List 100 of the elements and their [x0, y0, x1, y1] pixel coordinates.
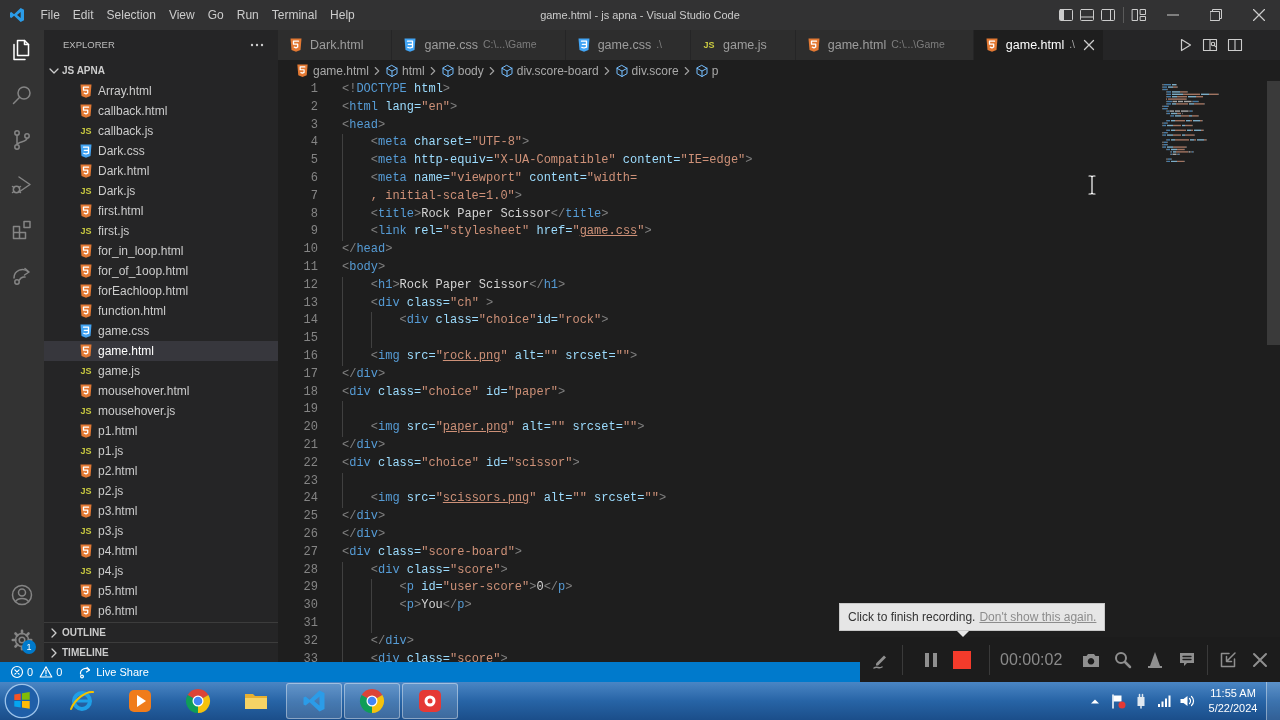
line-number: 6 — [310, 170, 318, 187]
js-file-icon: JS — [703, 39, 715, 51]
window-title: game.html - js apna - Visual Studio Code — [540, 7, 740, 23]
tree-item[interactable]: function.html — [44, 301, 278, 321]
tree-item[interactable]: Dark.html — [44, 161, 278, 181]
recording-timer: 00:00:02 — [1000, 649, 1063, 670]
tree-item[interactable]: forEachloop.html — [44, 281, 278, 301]
line-number: 26 — [303, 525, 318, 543]
search-icon[interactable] — [1113, 649, 1134, 670]
sidebar-right-icon[interactable] — [1100, 7, 1116, 23]
breadcrumb-item[interactable]: body — [440, 61, 484, 80]
breadcrumb-item[interactable]: div.score-board — [499, 61, 599, 80]
preview-icon[interactable] — [1202, 37, 1218, 53]
tree-item[interactable]: for_of_1oop.html — [44, 261, 278, 281]
tree-item[interactable]: game.html — [44, 341, 278, 361]
breadcrumb-item[interactable]: html — [385, 61, 425, 80]
stop-icon[interactable] — [953, 650, 971, 669]
edit-box-icon[interactable] — [1218, 649, 1239, 670]
code-line: <p id="user-score">0</p> — [399, 579, 573, 597]
tree-item[interactable]: JS game.js — [44, 361, 278, 381]
tree-item[interactable]: JS Dark.js — [44, 181, 278, 201]
css-file-icon — [78, 323, 94, 339]
menu-item[interactable]: Go — [201, 5, 231, 25]
editor-tab[interactable]: game.html C:\...\Game — [795, 30, 974, 60]
editor-tab[interactable]: game.css .\ — [565, 30, 691, 60]
panel-header[interactable]: OUTLINE — [44, 622, 278, 642]
tree-item[interactable]: JS p4.js — [44, 561, 278, 581]
code-line: <div class="choice"id="rock"> — [399, 312, 609, 330]
editor-tab[interactable]: Dark.html — [278, 30, 393, 60]
tree-item[interactable]: Array.html — [44, 81, 278, 101]
menu-item[interactable]: Run — [230, 5, 266, 25]
split-editor-icon[interactable] — [1227, 37, 1243, 53]
taskbar-button[interactable] — [402, 683, 458, 719]
editor-tab[interactable]: JS game.js — [691, 30, 796, 60]
tree-item[interactable]: p2.html — [44, 461, 278, 481]
close-icon[interactable] — [1083, 39, 1096, 51]
live-share-button[interactable]: Live Share — [78, 663, 149, 681]
tree-item[interactable]: JS p1.js — [44, 441, 278, 461]
tree-item[interactable]: mousehover.html — [44, 381, 278, 401]
tree-item[interactable]: p5.html — [44, 581, 278, 601]
js-file-icon: JS — [80, 485, 92, 497]
tree-item[interactable]: Dark.css — [44, 141, 278, 161]
menu-item[interactable]: File — [34, 5, 67, 25]
tree-item[interactable]: for_in_loop.html — [44, 241, 278, 261]
code-line: <div class="choice" id="scissor"> — [342, 454, 580, 472]
tree-item[interactable]: game.css — [44, 321, 278, 341]
sidebar-left-icon[interactable] — [1058, 7, 1074, 23]
minimize-icon[interactable] — [1166, 14, 1179, 16]
tree-item[interactable]: JS callback.js — [44, 121, 278, 141]
html-file-icon — [78, 163, 94, 179]
html-file-icon — [78, 283, 94, 299]
js-file-icon: JS — [80, 565, 92, 577]
line-number: 13 — [303, 294, 318, 312]
html-file-icon — [78, 243, 94, 259]
tree-item[interactable]: p1.html — [44, 421, 278, 441]
menu-item[interactable]: Edit — [66, 5, 101, 25]
menu-item[interactable]: Help — [323, 5, 362, 25]
tree-item[interactable]: JS p2.js — [44, 481, 278, 501]
breadcrumb-item[interactable]: p — [694, 61, 719, 80]
speaker-icon[interactable] — [1179, 693, 1195, 709]
code-line: </div> — [370, 632, 414, 650]
restore-icon[interactable] — [1209, 9, 1222, 21]
flag-icon[interactable] — [1110, 693, 1126, 709]
tree-item[interactable]: JS first.js — [44, 221, 278, 241]
menu-item[interactable]: View — [162, 5, 202, 25]
tree-item[interactable]: p6.html — [44, 601, 278, 621]
cube-icon — [385, 63, 400, 78]
tree-item[interactable]: p4.html — [44, 541, 278, 561]
code-line: <img src="scissors.png" alt="" srcset=""> — [370, 490, 667, 508]
line-number: 22 — [303, 454, 318, 472]
tree-item[interactable]: callback.html — [44, 101, 278, 121]
show-desktop-button[interactable] — [1266, 682, 1280, 720]
taskbar-button[interactable] — [344, 683, 400, 719]
clock-time[interactable]: 11:55 AM — [1210, 686, 1256, 701]
line-number: 15 — [303, 330, 318, 348]
layout-grid-icon[interactable] — [1131, 7, 1147, 23]
folder-header[interactable]: JS APNA — [44, 60, 278, 81]
code-line: </head> — [342, 241, 393, 259]
signal-bars-icon[interactable] — [1156, 693, 1172, 709]
editor-tab[interactable]: game.html .\ — [973, 30, 1105, 60]
code-line: <body> — [342, 258, 386, 276]
tree-item[interactable]: p3.html — [44, 501, 278, 521]
start-orb-icon[interactable] — [4, 683, 40, 719]
tree-item[interactable]: JS p3.js — [44, 521, 278, 541]
breadcrumb-item[interactable]: div.score — [614, 61, 679, 80]
menu-item[interactable]: Terminal — [265, 5, 324, 25]
menu-item[interactable]: Selection — [100, 5, 163, 25]
error-count[interactable]: 0 — [27, 663, 34, 681]
close-icon[interactable] — [1252, 9, 1265, 21]
editor-tab[interactable]: game.css C:\...\Game — [392, 30, 566, 60]
warning-count[interactable]: 0 — [56, 663, 63, 681]
code-line: <div class="score-board"> — [342, 543, 523, 561]
more-icon[interactable] — [250, 43, 264, 47]
scrollbar-thumb[interactable] — [1267, 81, 1280, 345]
tree-item[interactable]: first.html — [44, 201, 278, 221]
account-icon[interactable] — [10, 582, 34, 607]
panel-bottom-icon[interactable] — [1079, 7, 1095, 23]
breadcrumb-item[interactable]: game.html — [295, 61, 370, 80]
clock-date[interactable]: 5/22/2024 — [1208, 701, 1258, 716]
tree-item[interactable]: JS mousehover.js — [44, 401, 278, 421]
